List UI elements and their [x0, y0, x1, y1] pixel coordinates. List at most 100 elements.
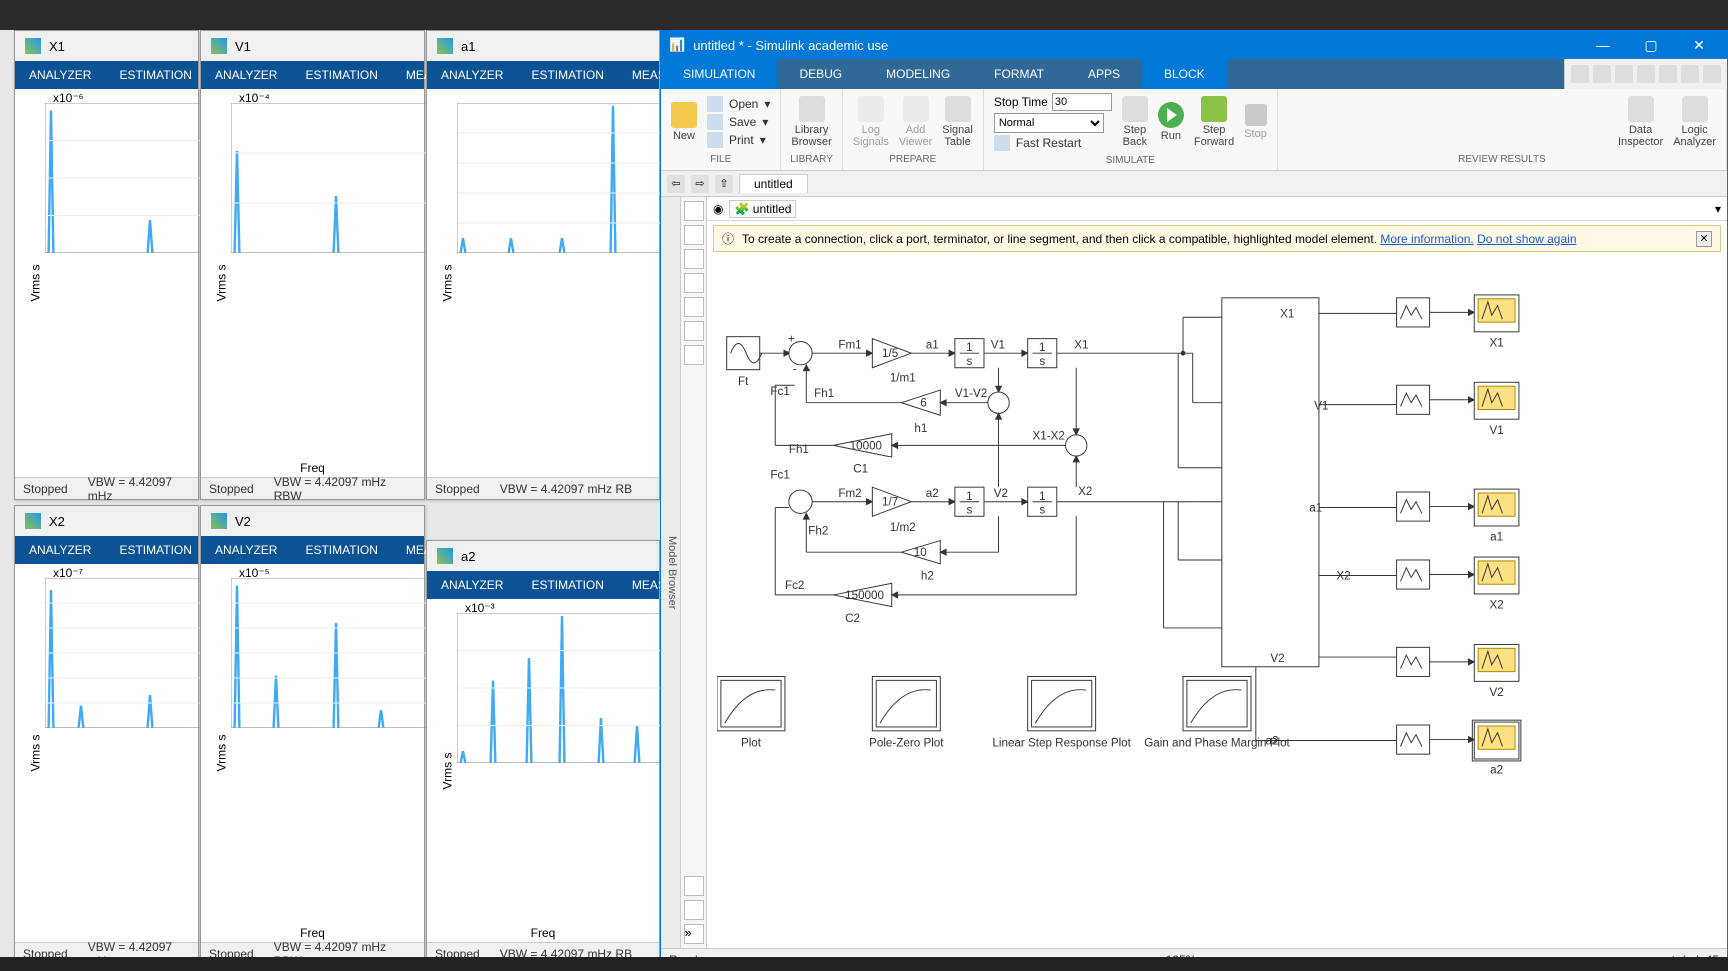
info-close-button[interactable]: ✕	[1696, 231, 1712, 247]
spectrum-plot[interactable]: x10⁻⁷ Vrms s 010203040506004080	[15, 564, 198, 942]
menu-estimation[interactable]: ESTIMATION	[105, 543, 205, 557]
fast-restart-button[interactable]: Fast Restart	[994, 135, 1112, 151]
maximize-button[interactable]: ▢	[1631, 32, 1671, 58]
minimize-button[interactable]: ―	[1583, 32, 1623, 58]
spectrum-titlebar[interactable]: a1	[427, 31, 659, 61]
svg-text:1/7: 1/7	[882, 496, 898, 509]
model-tab[interactable]: untitled	[739, 174, 808, 193]
tool-zoom[interactable]	[684, 225, 704, 245]
stop-button[interactable]: Stop	[1244, 104, 1267, 140]
svg-text:a1: a1	[1490, 531, 1503, 544]
svg-text:X2: X2	[1078, 485, 1092, 498]
spectrum-titlebar[interactable]: X2	[15, 506, 198, 536]
spectrum-window-a2[interactable]: a2 ANALYZERESTIMATIONMEASURE- x10⁻³ Vrms…	[426, 540, 660, 965]
spectrum-plot[interactable]: Vrms s 00.40.81.21.6204080	[427, 89, 659, 477]
tab-apps[interactable]: APPS	[1066, 59, 1142, 89]
logic-analyzer-button[interactable]: Logic Analyzer	[1673, 96, 1716, 148]
block-diagram[interactable]: Ft +-- Fm1 1/5 1/m1 a1 1s V1 1s X1 6 h1	[717, 259, 1717, 919]
spectrum-titlebar[interactable]: V2	[201, 506, 424, 536]
open-button[interactable]: Open ▾	[707, 96, 770, 112]
info-dismiss-link[interactable]: Do not show again	[1477, 232, 1576, 246]
qat-help-icon[interactable]	[1681, 65, 1699, 83]
run-button[interactable]: Run	[1158, 102, 1184, 142]
tab-block[interactable]: BLOCK	[1142, 59, 1227, 89]
qat-undo-icon[interactable]	[1593, 65, 1611, 83]
menu-estimation[interactable]: ESTIMATION	[291, 543, 391, 557]
spectrum-titlebar[interactable]: X1	[15, 31, 198, 61]
spectrum-window-a1[interactable]: a1 ANALYZERESTIMATIONMEASU Vrms s 00.40.…	[426, 30, 660, 500]
tool-record[interactable]	[684, 876, 704, 896]
menu-analyzer[interactable]: ANALYZER	[201, 543, 291, 557]
tab-debug[interactable]: DEBUG	[777, 59, 864, 89]
tool-image[interactable]	[684, 321, 704, 341]
spectrum-titlebar[interactable]: a2	[427, 541, 659, 571]
canvas[interactable]: ◉ 🧩 untitled ▾ ⓘ To create a connection,…	[707, 197, 1727, 948]
tool-area[interactable]	[684, 345, 704, 365]
svg-text:V1: V1	[991, 338, 1005, 351]
info-more-link[interactable]: More information.	[1380, 232, 1473, 246]
data-inspector-button[interactable]: Data Inspector	[1618, 96, 1663, 148]
tab-format[interactable]: FORMAT	[972, 59, 1066, 89]
tool-pan[interactable]	[684, 273, 704, 293]
qat-save-icon[interactable]	[1571, 65, 1589, 83]
menu-analyzer[interactable]: ANALYZER	[427, 68, 517, 82]
menu-analyzer[interactable]: ANALYZER	[15, 543, 105, 557]
svg-text:Ft: Ft	[738, 375, 749, 388]
spectrum-status: StoppedVBW = 4.42097 mHz	[15, 477, 198, 499]
step-forward-button[interactable]: Step Forward	[1194, 96, 1234, 148]
spectrum-status: StoppedVBW = 4.42097 mHz RBW	[201, 477, 424, 499]
add-viewer-button[interactable]: Add Viewer	[899, 96, 932, 148]
spectrum-plot[interactable]: x10⁻⁵ Vrms s Freq 0481216202404080	[201, 564, 424, 942]
sim-mode-select[interactable]: Normal	[994, 113, 1104, 133]
nav-back-button[interactable]: ⇦	[667, 175, 685, 193]
spectrum-menubar: ANALYZERESTIMATIONMEASUREM	[201, 536, 424, 564]
new-button[interactable]: New	[671, 102, 697, 142]
tab-simulation[interactable]: SIMULATION	[661, 59, 777, 89]
save-button[interactable]: Save ▾	[707, 114, 770, 130]
svg-text:1/m1: 1/m1	[890, 371, 916, 384]
qat-redo-icon[interactable]	[1615, 65, 1633, 83]
spectrum-plot[interactable]: x10⁻⁴ Vrms s Freq 020406004080	[201, 89, 424, 477]
nav-forward-button[interactable]: ⇨	[691, 175, 709, 193]
spectrum-window-X2[interactable]: X2 ANALYZERESTIMATION x10⁻⁷ Vrms s 01020…	[14, 505, 199, 965]
close-button[interactable]: ✕	[1679, 32, 1719, 58]
spectrum-window-V2[interactable]: V2 ANALYZERESTIMATIONMEASUREM x10⁻⁵ Vrms…	[200, 505, 425, 965]
menu-estimation[interactable]: ESTIMATION	[291, 68, 391, 82]
spectrum-icon	[25, 38, 41, 54]
tool-fit[interactable]	[684, 249, 704, 269]
stop-time-input[interactable]	[1052, 93, 1112, 111]
menu-estimation[interactable]: ESTIMATION	[517, 68, 617, 82]
tab-modeling[interactable]: MODELING	[864, 59, 972, 89]
step-back-button[interactable]: Step Back	[1122, 96, 1148, 148]
log-signals-button[interactable]: Log Signals	[853, 96, 889, 148]
model-browser-handle[interactable]: Model Browser	[661, 197, 681, 948]
qat-collapse-icon[interactable]	[1703, 65, 1721, 83]
simulink-icon: 📊	[669, 37, 685, 53]
menu-analyzer[interactable]: ANALYZER	[15, 68, 105, 82]
signal-table-button[interactable]: Signal Table	[942, 96, 973, 148]
simulink-toolstrip-tabs: SIMULATION DEBUG MODELING FORMAT APPS BL…	[661, 59, 1727, 89]
spectrum-window-V1[interactable]: V1 ANALYZERESTIMATIONMEASUREM x10⁻⁴ Vrms…	[200, 30, 425, 500]
library-browser-button[interactable]: Library Browser	[791, 96, 831, 148]
canvas-path-dropdown[interactable]: ▾	[1715, 202, 1721, 216]
tool-annot[interactable]	[684, 297, 704, 317]
canvas-palette: »	[681, 197, 707, 948]
qat-more-icon[interactable]	[1659, 65, 1677, 83]
qat-find-icon[interactable]	[1637, 65, 1655, 83]
spectrum-window-X1[interactable]: X1 ANALYZERESTIMATION x10⁻⁶ Vrms s 02040…	[14, 30, 199, 500]
menu-analyzer[interactable]: ANALYZER	[201, 68, 291, 82]
print-button[interactable]: Print ▾	[707, 132, 770, 148]
tool-expand[interactable]: »	[684, 924, 704, 944]
simulink-titlebar[interactable]: 📊 untitled * - Simulink academic use ― ▢…	[661, 31, 1727, 59]
spectrum-plot[interactable]: x10⁻⁶ Vrms s 02040608004080	[15, 89, 198, 477]
menu-analyzer[interactable]: ANALYZER	[427, 578, 517, 592]
spectrum-plot[interactable]: x10⁻³ Vrms s Freq 01020304004080	[427, 599, 659, 942]
nav-up-button[interactable]: ⇧	[715, 175, 733, 193]
tool-hide[interactable]	[684, 201, 704, 221]
taskbar[interactable]	[0, 957, 1728, 971]
tool-props[interactable]	[684, 900, 704, 920]
spectrum-titlebar[interactable]: V1	[201, 31, 424, 61]
svg-text:V2: V2	[994, 487, 1008, 500]
menu-estimation[interactable]: ESTIMATION	[517, 578, 617, 592]
menu-estimation[interactable]: ESTIMATION	[105, 68, 205, 82]
